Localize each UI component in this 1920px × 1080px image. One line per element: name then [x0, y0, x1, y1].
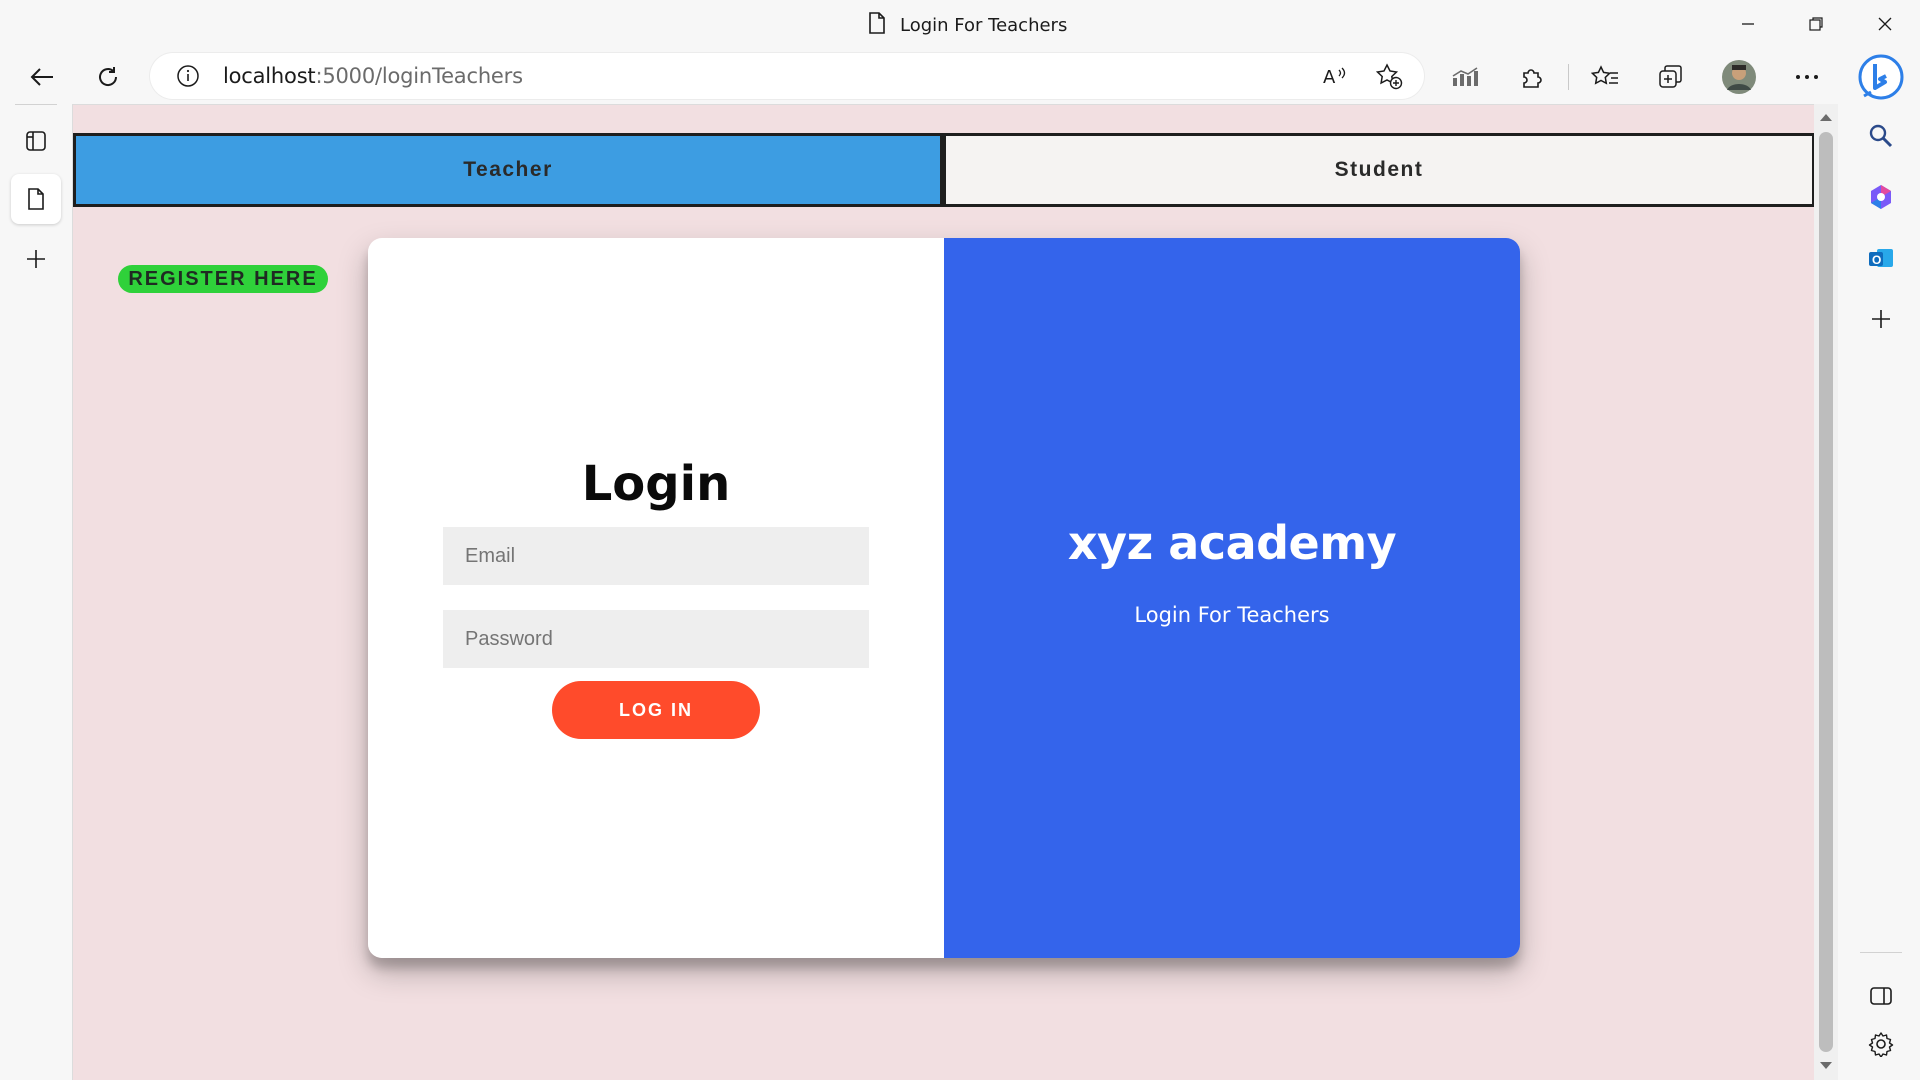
login-button[interactable]: LOG IN	[552, 681, 760, 739]
info-icon[interactable]	[176, 64, 200, 93]
tab-actions-icon[interactable]	[11, 116, 61, 166]
login-form-panel: Login LOG IN	[368, 238, 944, 958]
favorites-icon[interactable]	[1585, 57, 1625, 97]
sidebar-divider	[1860, 952, 1902, 953]
url-text[interactable]: localhost:5000/loginTeachers	[223, 64, 523, 88]
scroll-up-icon[interactable]	[1820, 114, 1832, 121]
extensions-icon[interactable]	[1512, 57, 1552, 97]
scroll-down-icon[interactable]	[1820, 1062, 1832, 1069]
performance-icon[interactable]	[1445, 57, 1485, 97]
register-button[interactable]: REGISTER HERE	[118, 265, 328, 293]
svg-text:A: A	[1323, 67, 1336, 88]
page-viewport: Teacher Student REGISTER HERE Login LOG …	[72, 104, 1814, 1080]
refresh-icon[interactable]	[86, 55, 130, 99]
page-tab-icon[interactable]	[11, 174, 61, 224]
outlook-icon[interactable]: O	[1856, 233, 1906, 283]
edge-sidebar: O	[1842, 50, 1920, 1080]
restore-icon[interactable]	[1783, 0, 1849, 48]
address-bar[interactable]: localhost:5000/loginTeachers A	[150, 53, 1424, 99]
login-card: Login LOG IN xyz academy Login For Teach…	[368, 238, 1520, 958]
password-field[interactable]	[443, 610, 869, 668]
bing-copilot-icon[interactable]	[1856, 52, 1906, 102]
title-bar: Login For Teachers	[0, 0, 1920, 50]
scroll-thumb[interactable]	[1819, 132, 1833, 1052]
split-screen-icon[interactable]	[1856, 971, 1906, 1021]
page-scrollbar[interactable]	[1814, 104, 1838, 1080]
brand-subtitle: Login For Teachers	[1134, 603, 1330, 627]
add-icon[interactable]	[1856, 294, 1906, 344]
read-aloud-icon[interactable]: A	[1320, 61, 1350, 91]
strip-divider	[15, 104, 57, 105]
tab-student[interactable]: Student	[943, 133, 1814, 207]
vertical-tab-strip	[0, 104, 72, 1080]
profile-avatar[interactable]	[1719, 57, 1759, 97]
back-icon[interactable]	[20, 55, 64, 99]
office-icon[interactable]	[1856, 172, 1906, 222]
role-tabs: Teacher Student	[73, 133, 1814, 207]
brand-panel: xyz academy Login For Teachers	[944, 238, 1520, 958]
url-path: :5000/loginTeachers	[315, 64, 523, 88]
svg-text:O: O	[1872, 253, 1881, 267]
search-icon[interactable]	[1856, 111, 1906, 161]
page-document-icon	[868, 11, 886, 39]
close-icon[interactable]	[1852, 0, 1918, 48]
login-title: Login	[581, 456, 731, 512]
brand-name: xyz academy	[1067, 516, 1397, 570]
collections-icon[interactable]	[1651, 57, 1691, 97]
email-field[interactable]	[443, 527, 869, 585]
minimize-icon[interactable]	[1715, 0, 1781, 48]
new-tab-icon[interactable]	[11, 234, 61, 284]
window-title-text: Login For Teachers	[900, 14, 1068, 36]
url-host: localhost	[223, 64, 316, 88]
settings-icon[interactable]	[1856, 1019, 1906, 1069]
toolbar-divider	[1568, 64, 1569, 90]
window-title: Login For Teachers	[868, 11, 1068, 39]
add-favorite-icon[interactable]	[1374, 61, 1404, 91]
tab-teacher[interactable]: Teacher	[73, 133, 943, 207]
more-icon[interactable]	[1787, 57, 1827, 97]
